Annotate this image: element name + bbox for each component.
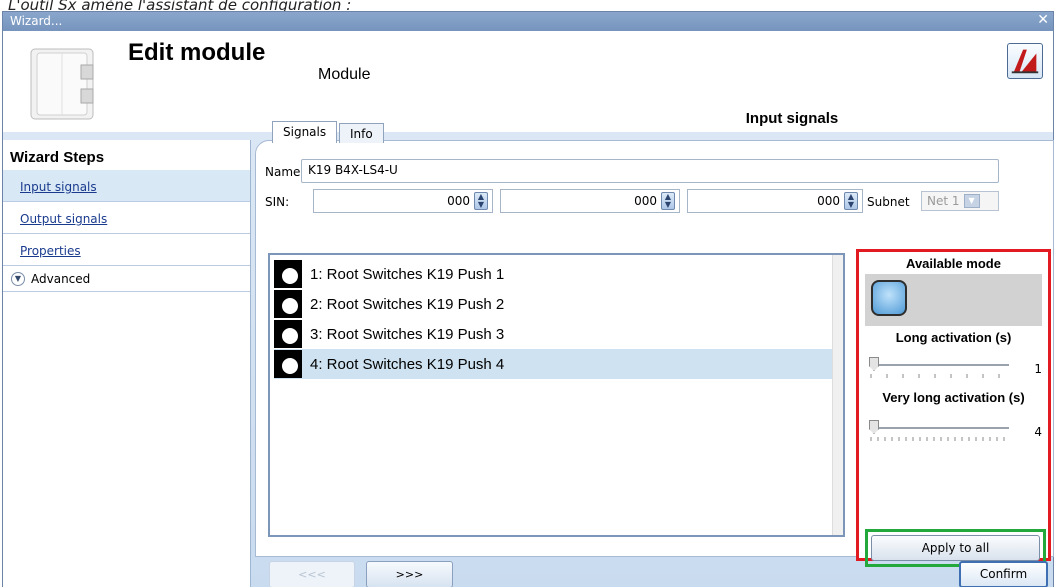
step-input-signals[interactable]: Input signals <box>3 170 250 202</box>
list-item[interactable]: 2: Root Switches K19 Push 2 <box>274 289 836 319</box>
push-mode-icon[interactable] <box>871 280 907 316</box>
sin-field-2[interactable]: 000 ▲ ▼ <box>500 189 680 213</box>
list-item-selected[interactable]: 4: Root Switches K19 Push 4 <box>274 349 836 379</box>
slider-ticks <box>870 374 1000 378</box>
list-item[interactable]: 1: Root Switches K19 Push 1 <box>274 259 836 289</box>
spin-up-down-icon[interactable]: ▲ ▼ <box>474 192 488 210</box>
name-field[interactable]: K19 B4X-LS4-U <box>301 159 999 183</box>
spin-up-down-icon[interactable]: ▲ ▼ <box>661 192 675 210</box>
very-long-activation-label: Very long activation (s) <box>882 390 1025 405</box>
slider-thumb[interactable] <box>869 420 879 434</box>
sin-label: SIN: <box>265 195 290 209</box>
previous-button[interactable]: <<< <box>269 561 355 587</box>
spin-up-down-icon[interactable]: ▲ ▼ <box>844 192 858 210</box>
device-module-icon <box>30 48 94 120</box>
slider-track <box>869 427 1009 429</box>
list-item[interactable]: 3: Root Switches K19 Push 3 <box>274 319 836 349</box>
tab-info[interactable]: Info <box>339 123 384 143</box>
next-button[interactable]: >>> <box>366 561 453 587</box>
wizard-steps-title: Wizard Steps <box>10 149 105 166</box>
slider-ticks <box>870 437 1005 441</box>
very-long-activation-slider[interactable] <box>869 420 1009 442</box>
apply-to-all-button[interactable]: Apply to all <box>871 535 1040 561</box>
pushbutton-signal-icon <box>274 290 302 318</box>
signal-label: 4: Root Switches K19 Push 4 <box>310 355 505 373</box>
brand-logo-icon <box>1007 43 1043 79</box>
chevron-down-icon[interactable]: ▼ <box>11 271 25 286</box>
pushbutton-signal-icon <box>274 320 302 348</box>
sin-value-2: 000 <box>634 194 657 208</box>
signal-label: 2: Root Switches K19 Push 2 <box>310 295 505 313</box>
slider-track <box>869 364 1009 366</box>
sin-field-1[interactable]: 000 ▲ ▼ <box>313 189 493 213</box>
vertical-scrollbar[interactable] <box>832 255 843 535</box>
signal-label: 3: Root Switches K19 Push 3 <box>310 325 505 343</box>
pushbutton-signal-icon <box>274 350 302 378</box>
available-mode-title: Available mode <box>906 256 1001 271</box>
long-activation-slider[interactable] <box>869 357 1009 379</box>
advanced-label: Advanced <box>31 271 91 286</box>
page-subtitle: Module <box>318 66 371 83</box>
pushbutton-signal-icon <box>274 260 302 288</box>
slider-thumb[interactable] <box>869 357 879 371</box>
page-title: Edit module <box>128 39 266 66</box>
long-activation-label: Long activation (s) <box>895 330 1012 345</box>
chevron-down-icon: ▼ <box>963 194 980 208</box>
step-output-signals[interactable]: Output signals <box>3 202 250 234</box>
signals-list: 1: Root Switches K19 Push 1 2: Root Swit… <box>268 253 845 537</box>
sin-field-3[interactable]: 000 ▲ ▼ <box>687 189 863 213</box>
mode-settings-panel: Available mode Long activation (s) 1 Ver… <box>856 249 1051 561</box>
step-properties[interactable]: Properties <box>3 234 250 266</box>
subnet-label: Subnet <box>867 195 910 209</box>
signal-label: 1: Root Switches K19 Push 1 <box>310 265 505 283</box>
confirm-button[interactable]: Confirm <box>959 561 1048 587</box>
input-signals-header: Input signals <box>613 107 971 131</box>
long-activation-value: 1 <box>1034 362 1042 376</box>
sin-value-1: 000 <box>447 194 470 208</box>
title-bar: Wizard... ✕ <box>3 12 1053 31</box>
name-label: Name <box>265 165 301 179</box>
mode-selector <box>865 274 1042 326</box>
wizard-window: Wizard... ✕ Edit module Module Input sig… <box>2 11 1054 587</box>
subnet-select: Net 1 ▼ <box>921 191 999 211</box>
subnet-value: Net 1 <box>927 194 960 208</box>
advanced-expander[interactable]: ▼ Advanced <box>3 266 250 292</box>
sin-value-3: 000 <box>817 194 840 208</box>
window-title: Wizard... <box>10 14 63 28</box>
wizard-steps-panel: Wizard Steps Input signals Output signal… <box>3 140 251 587</box>
close-icon[interactable]: ✕ <box>1037 12 1049 28</box>
very-long-activation-value: 4 <box>1034 425 1042 439</box>
tab-signals[interactable]: Signals <box>272 121 338 143</box>
